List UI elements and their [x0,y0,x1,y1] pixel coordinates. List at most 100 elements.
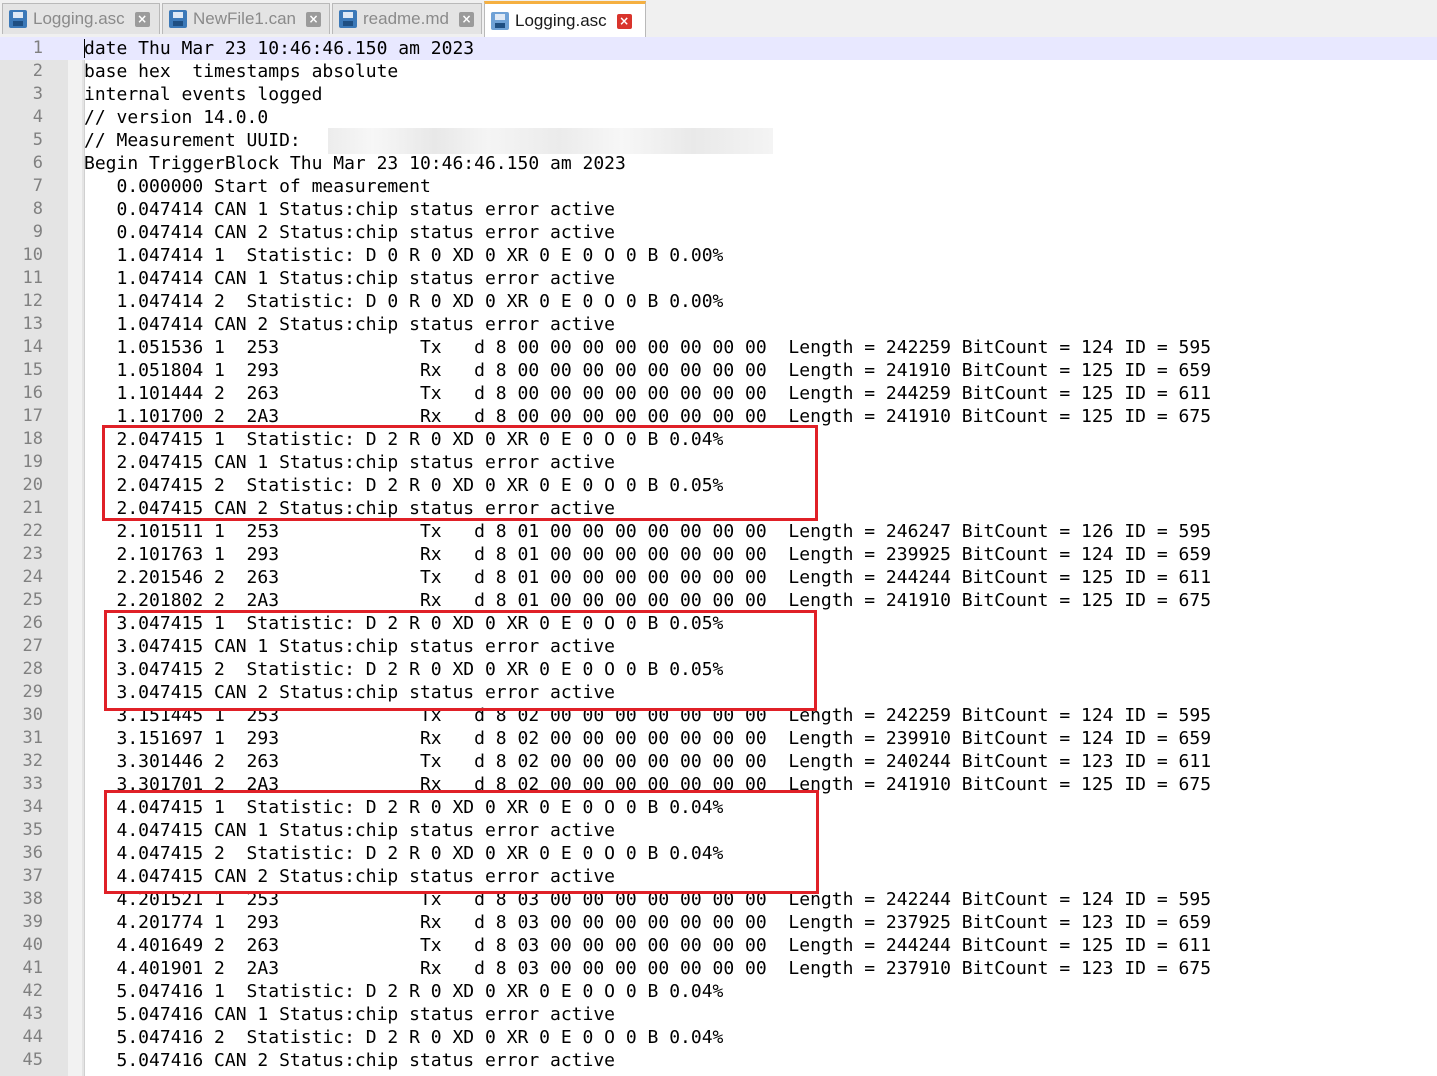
save-disk-icon [9,10,27,28]
line-number: 44 [22,1027,43,1047]
line-text[interactable]: 0.000000 Start of measurement [84,175,431,198]
line-text[interactable]: 2.101511 1 253 Tx d 8 01 00 00 00 00 00 … [84,520,1212,543]
line-text[interactable]: 5.047416 2 Statistic: D 2 R 0 XD 0 XR 0 … [84,1026,724,1049]
editor-line[interactable]: 13 1.047414 CAN 2 Status:chip status err… [0,313,1437,336]
editor-text-area[interactable]: 1 date Thu Mar 23 10:46:46.150 am 2023 2 ba… [0,37,1437,1072]
line-text[interactable]: 5.047416 1 Statistic: D 2 R 0 XD 0 XR 0 … [84,980,724,1003]
editor-line[interactable]: 12 1.047414 2 Statistic: D 0 R 0 XD 0 XR… [0,290,1437,313]
line-number: 19 [22,452,43,472]
editor-line[interactable]: 11 1.047414 CAN 1 Status:chip status err… [0,267,1437,290]
line-text[interactable]: 1.047414 CAN 1 Status:chip status error … [84,267,616,290]
line-number: 10 [22,245,43,265]
close-icon[interactable]: × [134,11,150,27]
tab-newfile1-can[interactable]: NewFile1.can × [162,3,330,34]
line-text[interactable]: 1.051536 1 253 Tx d 8 00 00 00 00 00 00 … [84,336,1212,359]
editor-line[interactable]: 39 4.201774 1 293 Rx d 8 03 00 00 00 00 … [0,911,1437,934]
line-text[interactable]: 5.047416 CAN 2 Status:chip status error … [84,1049,616,1072]
tab-label: Logging.asc [33,9,125,28]
editor-line[interactable]: 24 2.201546 2 263 Tx d 8 01 00 00 00 00 … [0,566,1437,589]
editor-line[interactable]: 22 2.101511 1 253 Tx d 8 01 00 00 00 00 … [0,520,1437,543]
close-icon[interactable]: × [306,11,321,27]
editor-line[interactable]: 16 1.101444 2 263 Tx d 8 00 00 00 00 00 … [0,382,1437,405]
editor-line[interactable]: 44 5.047416 2 Statistic: D 2 R 0 XD 0 XR… [0,1026,1437,1049]
save-disk-icon [169,10,187,28]
line-number: 12 [22,291,43,311]
line-number: 6 [32,153,43,173]
line-text[interactable]: 0.047414 CAN 2 Status:chip status error … [84,221,616,244]
line-number: 11 [22,268,43,288]
save-disk-icon [339,10,357,28]
editor-line[interactable]: 31 3.151697 1 293 Rx d 8 02 00 00 00 00 … [0,727,1437,750]
line-text[interactable]: 5.047416 CAN 1 Status:chip status error … [84,1003,616,1026]
line-text[interactable]: // Measurement UUID: [84,129,301,152]
editor-line[interactable]: 43 5.047416 CAN 1 Status:chip status err… [0,1003,1437,1026]
tab-logging-asc-active[interactable]: Logging.asc × [484,1,646,38]
line-number: 20 [22,475,43,495]
editor-line[interactable]: 15 1.051804 1 293 Rx d 8 00 00 00 00 00 … [0,359,1437,382]
editor-line[interactable]: 2 base hex timestamps absolute [0,60,1437,83]
line-number: 29 [22,682,43,702]
line-number: 32 [22,751,43,771]
line-text[interactable]: 3.301446 2 263 Tx d 8 02 00 00 00 00 00 … [84,750,1212,773]
line-text[interactable]: 4.401901 2 2A3 Rx d 8 03 00 00 00 00 00 … [84,957,1212,980]
line-number: 1 [32,38,43,58]
editor-line[interactable]: 32 3.301446 2 263 Tx d 8 02 00 00 00 00 … [0,750,1437,773]
line-number: 25 [22,590,43,610]
editor-line[interactable]: 9 0.047414 CAN 2 Status:chip status erro… [0,221,1437,244]
line-text[interactable]: 2.201802 2 2A3 Rx d 8 01 00 00 00 00 00 … [84,589,1212,612]
tab-label: readme.md [363,9,449,28]
line-text[interactable]: 2.101763 1 293 Rx d 8 01 00 00 00 00 00 … [84,543,1212,566]
line-text[interactable]: internal events logged [84,83,322,106]
line-number: 13 [22,314,43,334]
line-text[interactable]: Begin TriggerBlock Thu Mar 23 10:46:46.1… [84,152,626,175]
line-number: 36 [22,843,43,863]
text-caret [84,39,85,58]
line-text[interactable]: 4.401649 2 263 Tx d 8 03 00 00 00 00 00 … [84,934,1212,957]
line-number: 33 [22,774,43,794]
line-number: 16 [22,383,43,403]
close-icon[interactable]: × [616,13,632,29]
line-number: 14 [22,337,43,357]
tab-logging-asc[interactable]: Logging.asc × [2,3,160,34]
tab-readme-md[interactable]: readme.md × [332,3,482,34]
editor-line[interactable]: 14 1.051536 1 253 Tx d 8 00 00 00 00 00 … [0,336,1437,359]
line-number: 17 [22,406,43,426]
editor-line[interactable]: 3 internal events logged [0,83,1437,106]
editor-line[interactable]: 25 2.201802 2 2A3 Rx d 8 01 00 00 00 00 … [0,589,1437,612]
line-number: 5 [32,130,43,150]
line-text[interactable]: base hex timestamps absolute [84,60,398,83]
editor-line[interactable]: 45 5.047416 CAN 2 Status:chip status err… [0,1049,1437,1072]
highlight-box-second-2 [102,425,818,521]
editor-line[interactable]: 1 date Thu Mar 23 10:46:46.150 am 2023 [0,37,1437,60]
line-text[interactable]: 1.047414 2 Statistic: D 0 R 0 XD 0 XR 0 … [84,290,724,313]
editor-line[interactable]: 40 4.401649 2 263 Tx d 8 03 00 00 00 00 … [0,934,1437,957]
line-text[interactable]: 0.047414 CAN 1 Status:chip status error … [84,198,616,221]
line-text[interactable]: date Thu Mar 23 10:46:46.150 am 2023 [84,37,474,60]
editor-line[interactable]: 4 // version 14.0.0 [0,106,1437,129]
line-number: 15 [22,360,43,380]
line-text[interactable]: 3.151697 1 293 Rx d 8 02 00 00 00 00 00 … [84,727,1212,750]
line-text[interactable]: 4.201774 1 293 Rx d 8 03 00 00 00 00 00 … [84,911,1212,934]
line-number: 35 [22,820,43,840]
highlight-box-second-3 [104,610,817,711]
line-text[interactable]: // version 14.0.0 [84,106,268,129]
tab-bar: Logging.asc × NewFile1.can × readme.md ×… [0,0,1437,39]
editor-line[interactable]: 42 5.047416 1 Statistic: D 2 R 0 XD 0 XR… [0,980,1437,1003]
line-text[interactable]: 1.047414 1 Statistic: D 0 R 0 XD 0 XR 0 … [84,244,724,267]
line-number: 43 [22,1004,43,1024]
close-icon[interactable]: × [458,11,474,27]
editor-line[interactable]: 8 0.047414 CAN 1 Status:chip status erro… [0,198,1437,221]
editor-line[interactable]: 10 1.047414 1 Statistic: D 0 R 0 XD 0 XR… [0,244,1437,267]
editor-line[interactable]: 23 2.101763 1 293 Rx d 8 01 00 00 00 00 … [0,543,1437,566]
editor-line[interactable]: 41 4.401901 2 2A3 Rx d 8 03 00 00 00 00 … [0,957,1437,980]
line-number: 40 [22,935,43,955]
line-text[interactable]: 2.201546 2 263 Tx d 8 01 00 00 00 00 00 … [84,566,1212,589]
line-text[interactable]: 1.047414 CAN 2 Status:chip status error … [84,313,616,336]
line-text[interactable]: 1.051804 1 293 Rx d 8 00 00 00 00 00 00 … [84,359,1212,382]
editor-line[interactable]: 6 Begin TriggerBlock Thu Mar 23 10:46:46.… [0,152,1437,175]
line-text[interactable]: 1.101444 2 263 Tx d 8 00 00 00 00 00 00 … [84,382,1212,405]
line-number: 23 [22,544,43,564]
line-number: 26 [22,613,43,633]
editor-line[interactable]: 7 0.000000 Start of measurement [0,175,1437,198]
line-number: 3 [32,84,43,104]
